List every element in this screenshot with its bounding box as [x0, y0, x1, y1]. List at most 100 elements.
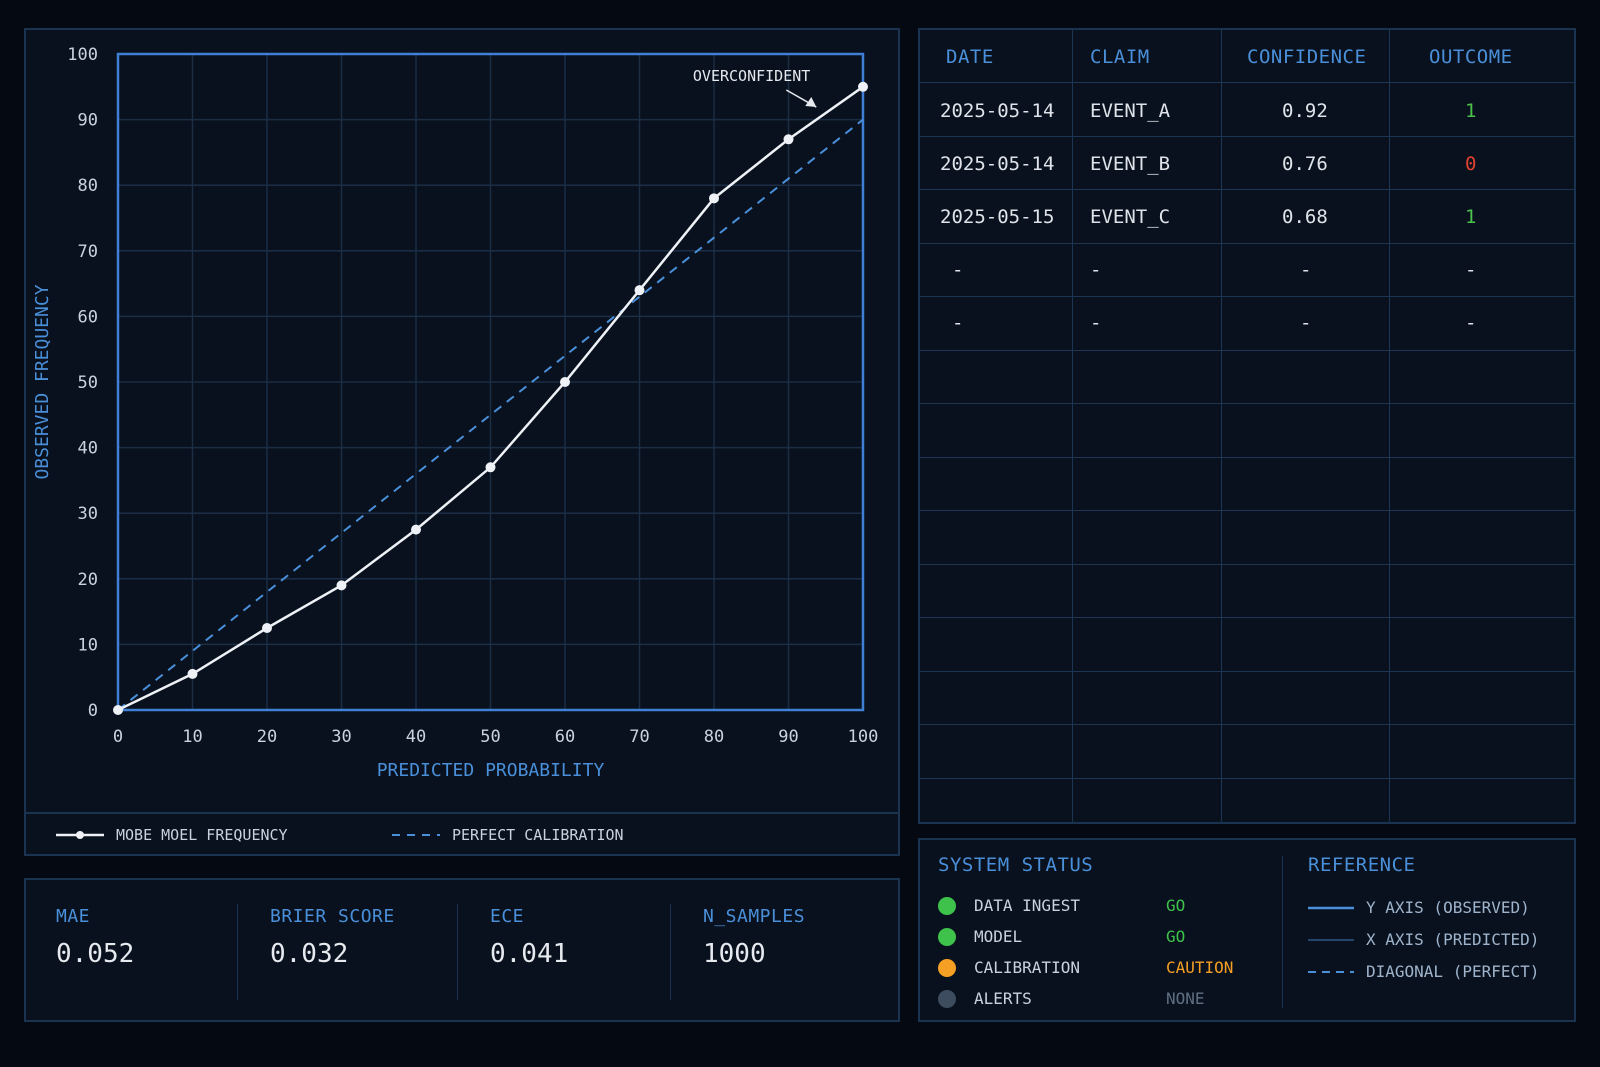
status-dot-icon [938, 927, 956, 946]
model-data-point [187, 668, 198, 679]
cell-confidence: - [1300, 259, 1312, 281]
cell-date: 2025-05-15 [940, 206, 1055, 228]
model-data-point [262, 623, 272, 633]
row-divider [920, 670, 1574, 672]
model-data-point [858, 81, 868, 92]
legend-item-perfect: PERFECT CALIBRATION [392, 826, 624, 844]
reference-line-solid [1308, 906, 1354, 909]
y-tick-label: 50 [78, 373, 98, 393]
cell-outcome: - [1465, 259, 1477, 281]
model-data-point [336, 580, 347, 591]
legend-label-perfect: PERFECT CALIBRATION [452, 826, 624, 844]
metric-divider [670, 904, 671, 1000]
reference-row-y-axis: Y AXIS (OBSERVED) [1308, 898, 1530, 917]
model-data-point [113, 705, 123, 715]
metric-divider [457, 904, 458, 1000]
row-divider [920, 135, 1574, 137]
status-row-data-ingest: DATA INGEST GO [938, 896, 1185, 915]
metric-value: 0.041 [490, 939, 569, 969]
metric-value: 0.032 [270, 939, 349, 969]
status-row-model: MODEL GO [938, 927, 1185, 946]
metric-value: 0.052 [56, 939, 135, 969]
model-data-point [783, 134, 794, 145]
x-tick-label: 100 [848, 727, 879, 747]
y-tick-label: 70 [78, 242, 98, 262]
model-data-point [634, 285, 645, 296]
y-tick-label: 0 [88, 701, 98, 721]
column-header-outcome[interactable]: OUTCOME [1429, 46, 1513, 68]
cell-confidence: - [1300, 312, 1312, 334]
status-value: GO [1166, 927, 1186, 946]
claims-table: DATE CLAIM CONFIDENCE OUTCOME 2025-05-14… [918, 28, 1576, 824]
cell-outcome: 1 [1465, 100, 1477, 122]
metric-label: MAE [56, 906, 91, 927]
reference-line-dashed [1308, 970, 1354, 973]
row-divider [920, 563, 1574, 565]
legend-item-model: MOBE MOEL FREQUENCY [56, 826, 288, 844]
cell-confidence: 0.76 [1282, 153, 1328, 175]
x-tick-label: 80 [704, 727, 724, 747]
column-header-claim[interactable]: CLAIM [1090, 46, 1150, 68]
metric-brier-score: BRIER SCORE 0.032 [270, 906, 395, 969]
row-divider [920, 189, 1574, 190]
y-tick-label: 30 [78, 504, 98, 524]
reference-title: REFERENCE [1308, 854, 1416, 876]
annotation-overconfident: OVERCONFIDENT [693, 67, 810, 85]
column-divider [1389, 30, 1390, 822]
status-value: CAUTION [1166, 958, 1234, 977]
cell-confidence: 0.68 [1282, 206, 1328, 228]
x-tick-label: 0 [113, 727, 123, 747]
metric-label: N_SAMPLES [703, 906, 806, 927]
metric-ece: ECE 0.041 [490, 906, 568, 969]
column-header-confidence[interactable]: CONFIDENCE [1247, 46, 1366, 68]
metric-value: 1000 [703, 939, 766, 969]
y-tick-label: 90 [78, 111, 98, 131]
system-status-title: SYSTEM STATUS [938, 854, 1094, 876]
cell-claim: - [1090, 312, 1102, 334]
calibration-chart: 0 10 20 30 40 50 60 70 80 90 100 0 10 20 30 40 50 60 70 80 9… [32, 45, 879, 781]
cell-claim: EVENT_B [1090, 153, 1171, 175]
status-dot-icon [938, 896, 956, 915]
x-tick-label: 30 [331, 727, 351, 747]
metric-label: ECE [490, 906, 525, 927]
column-divider [1221, 30, 1222, 822]
reference-line-thin [1308, 938, 1354, 941]
x-tick-label: 50 [480, 727, 500, 747]
row-divider [920, 510, 1574, 511]
model-data-point [560, 377, 570, 387]
cell-confidence: 0.92 [1282, 100, 1328, 122]
status-row-calibration: CALIBRATION CAUTION [938, 958, 1233, 977]
y-tick-label: 60 [78, 307, 98, 327]
cell-date: 2025-05-14 [940, 100, 1055, 122]
status-value: GO [1166, 896, 1186, 915]
x-tick-label: 10 [182, 727, 202, 747]
legend-swatch-perfect [392, 834, 440, 836]
model-data-point [411, 524, 421, 535]
cell-date: - [952, 259, 964, 281]
column-header-date[interactable]: DATE [946, 46, 994, 68]
reference-label: X AXIS (PREDICTED) [1366, 930, 1540, 949]
status-label: ALERTS [974, 989, 1032, 1008]
legend-swatch-model [56, 831, 104, 839]
y-tick-label: 100 [67, 45, 98, 65]
reference-label: Y AXIS (OBSERVED) [1366, 898, 1530, 917]
status-row-alerts: ALERTS NONE [938, 989, 1205, 1008]
reference-label: DIAGONAL (PERFECT) [1366, 962, 1540, 981]
status-label: CALIBRATION [974, 958, 1080, 977]
cell-claim: - [1090, 259, 1102, 281]
row-divider [920, 296, 1574, 297]
header-divider [920, 82, 1574, 83]
calibration-chart-panel: 0 10 20 30 40 50 60 70 80 90 100 0 10 20 30 40 50 60 70 80 9… [24, 28, 900, 856]
row-divider [920, 349, 1574, 351]
cell-date: - [952, 312, 964, 334]
chart-legend: MOBE MOEL FREQUENCY PERFECT CALIBRATION [26, 812, 898, 854]
cell-claim: EVENT_C [1090, 206, 1171, 228]
status-value: NONE [1166, 989, 1205, 1008]
metric-mae: MAE 0.052 [56, 906, 134, 969]
row-divider [920, 617, 1574, 618]
y-tick-label: 40 [78, 439, 98, 459]
y-tick-label: 20 [78, 570, 98, 590]
y-tick-label: 10 [78, 635, 98, 655]
row-divider [920, 777, 1574, 779]
row-divider [920, 456, 1574, 458]
